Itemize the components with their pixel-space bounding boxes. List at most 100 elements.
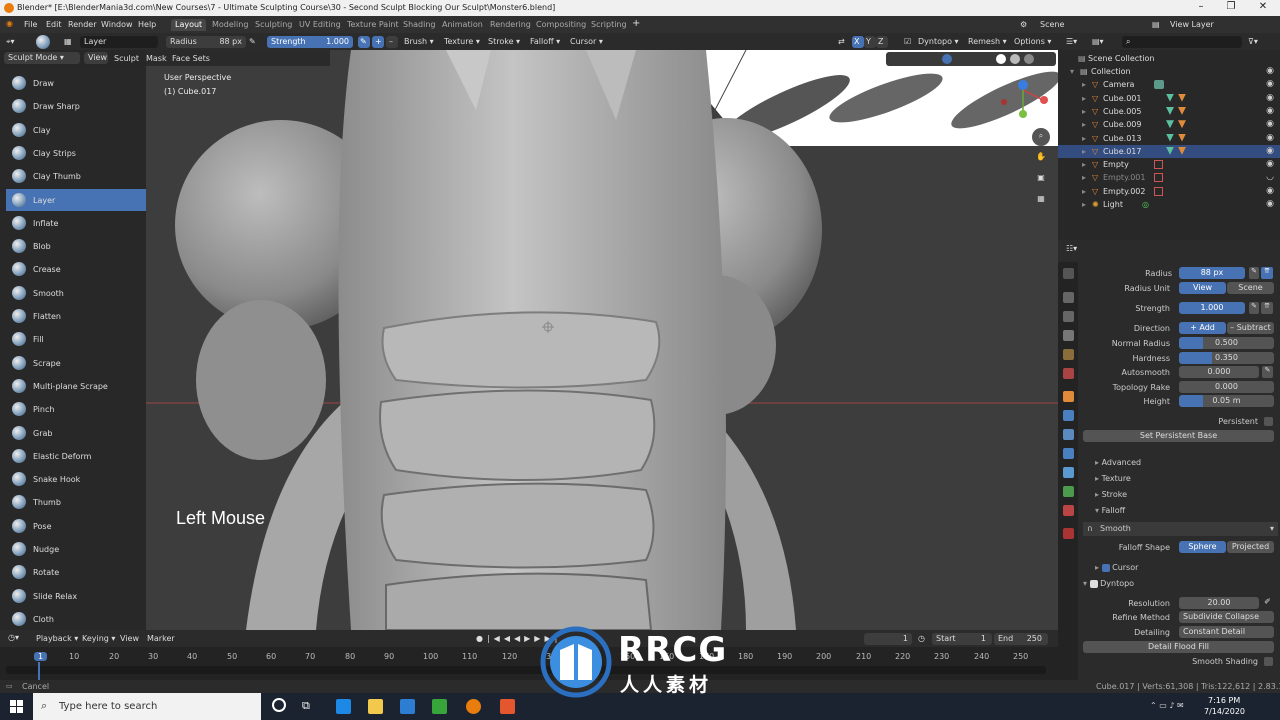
taskbar-search-box[interactable]: ⌕ Type here to search bbox=[33, 693, 261, 720]
tool-draw-sharp[interactable]: Draw Sharp bbox=[6, 95, 146, 117]
menu-sculpt[interactable]: Sculpt bbox=[114, 54, 139, 63]
light-data-icon[interactable]: ◎ bbox=[1142, 200, 1149, 209]
brush-name-field[interactable]: Layer bbox=[80, 36, 158, 48]
start-frame-field[interactable]: Start 1 bbox=[932, 633, 992, 645]
constraint-icon[interactable] bbox=[1154, 160, 1163, 170]
tab-sculpting[interactable]: Sculpting bbox=[251, 19, 296, 31]
tool-layer[interactable]: Layer bbox=[6, 188, 146, 211]
strength-pressure-icon[interactable]: ✎ bbox=[1249, 302, 1259, 314]
outliner-search-input[interactable]: ⌕ bbox=[1122, 36, 1242, 48]
detailing-dropdown[interactable]: Constant Detail bbox=[1179, 626, 1274, 638]
outliner-item[interactable]: ▸ ▽ Cube.009 ◉ bbox=[1058, 118, 1280, 131]
topology-rake-slider[interactable]: 0.000 bbox=[1179, 381, 1274, 393]
tool-tab-icon[interactable] bbox=[1063, 268, 1074, 279]
outliner-item[interactable]: ▾ ▤ Collection ◉ bbox=[1058, 65, 1280, 78]
photos-app-icon[interactable] bbox=[400, 699, 415, 714]
radius-unified-icon[interactable]: ⇈ bbox=[1261, 267, 1273, 279]
tool-nudge[interactable]: Nudge bbox=[6, 538, 146, 560]
eyedropper-icon[interactable]: ✐ bbox=[1262, 597, 1273, 609]
expand-arrow-icon[interactable]: ▸ bbox=[1082, 147, 1086, 156]
material-tab-icon[interactable] bbox=[1063, 505, 1074, 516]
mesh-data-icon[interactable] bbox=[1166, 146, 1174, 155]
recorder-app-icon[interactable] bbox=[500, 699, 515, 714]
section-falloff[interactable]: ▾ Falloff bbox=[1095, 506, 1125, 515]
menu-edit[interactable]: Edit bbox=[46, 20, 62, 29]
modifier-icon[interactable] bbox=[1178, 133, 1186, 142]
render-tab-icon[interactable] bbox=[1063, 292, 1074, 303]
strength-field[interactable]: Strength 1.000 bbox=[267, 36, 353, 48]
grid-toggle-icon[interactable]: ▦ bbox=[1032, 191, 1050, 209]
menu-falloff[interactable]: Falloff ▾ bbox=[530, 37, 560, 46]
current-frame-field[interactable]: 1 bbox=[864, 633, 912, 645]
modifier-icon[interactable] bbox=[1178, 93, 1186, 102]
set-persistent-base-button[interactable]: Set Persistent Base bbox=[1083, 430, 1274, 442]
modifier-icon[interactable] bbox=[1178, 120, 1186, 129]
tool-snake-hook[interactable]: Snake Hook bbox=[6, 468, 146, 490]
visibility-eye-icon[interactable]: ◉ bbox=[1266, 79, 1274, 89]
mesh-data-icon[interactable] bbox=[1166, 120, 1174, 129]
menu-render[interactable]: Render bbox=[68, 20, 96, 29]
scene-tab-icon[interactable] bbox=[1063, 349, 1074, 360]
timeline-scroll-track[interactable] bbox=[6, 666, 1046, 674]
menu-view[interactable]: View bbox=[84, 52, 108, 64]
outliner-scene-collection[interactable]: ▤ Scene Collection bbox=[1058, 52, 1280, 65]
playhead-line[interactable] bbox=[38, 662, 40, 680]
visibility-eye-icon[interactable]: ◉ bbox=[1266, 66, 1274, 76]
autosmooth-slider[interactable]: 0.000 bbox=[1179, 366, 1259, 378]
outliner-item[interactable]: ▸ ▽ Empty.001 ◡ bbox=[1058, 171, 1280, 184]
tab-scripting[interactable]: Scripting bbox=[587, 19, 631, 31]
radius-field[interactable]: 88 px bbox=[1179, 267, 1245, 279]
section-texture[interactable]: ▸ Texture bbox=[1095, 474, 1131, 483]
menu-face-sets[interactable]: Face Sets bbox=[172, 54, 210, 63]
outliner-editor-icon[interactable]: ☰▾ bbox=[1066, 37, 1077, 46]
tool-flatten[interactable]: Flatten bbox=[6, 305, 146, 327]
falloff-preset-dropdown[interactable]: ∩ Smooth ▾ bbox=[1083, 522, 1278, 536]
smooth-shading-checkbox[interactable] bbox=[1264, 657, 1273, 666]
preview-range-icon[interactable]: ◷ bbox=[918, 634, 925, 643]
view-layer-tab-icon[interactable] bbox=[1063, 330, 1074, 341]
tool-smooth[interactable]: Smooth bbox=[6, 282, 146, 304]
strength-pressure-icon[interactable]: ✎ bbox=[358, 36, 370, 48]
outliner-item[interactable]: ▸ ▽ Camera ◉ bbox=[1058, 78, 1280, 91]
mirror-y-button[interactable]: Y bbox=[864, 36, 876, 48]
dyntopo-checkbox[interactable]: ☑ bbox=[904, 37, 911, 46]
visibility-eye-icon[interactable]: ◉ bbox=[1266, 146, 1274, 156]
close-button[interactable]: ✕ bbox=[1248, 1, 1278, 12]
strength-field[interactable]: 1.000 bbox=[1179, 302, 1245, 314]
properties-editor-icon[interactable]: ☷▾ bbox=[1066, 244, 1077, 253]
section-stroke[interactable]: ▸ Stroke bbox=[1095, 490, 1127, 499]
pan-hand-icon[interactable]: ✋ bbox=[1032, 149, 1050, 167]
visibility-eye-icon[interactable]: ◡ bbox=[1266, 172, 1274, 182]
visibility-eye-icon[interactable]: ◉ bbox=[1266, 199, 1274, 209]
modifier-tab-icon[interactable] bbox=[1063, 410, 1074, 421]
tool-rotate[interactable]: Rotate bbox=[6, 561, 146, 583]
mirror-z-button[interactable]: Z bbox=[876, 36, 888, 48]
tool-clay-thumb[interactable]: Clay Thumb bbox=[6, 165, 146, 187]
visibility-eye-icon[interactable]: ◉ bbox=[1266, 93, 1274, 103]
camera-data-icon[interactable] bbox=[1154, 80, 1164, 90]
tab-modeling[interactable]: Modeling bbox=[208, 19, 252, 31]
pressure-icon[interactable]: ✎ bbox=[249, 37, 256, 46]
camera-view-icon[interactable]: ▣ bbox=[1032, 170, 1050, 188]
particles-tab-icon[interactable] bbox=[1063, 429, 1074, 440]
mesh-data-icon[interactable] bbox=[1166, 133, 1174, 142]
direction-add-button[interactable]: + Add bbox=[1179, 322, 1226, 334]
timeline-editor-icon[interactable]: ◷▾ bbox=[8, 633, 19, 642]
texture-tab-icon[interactable] bbox=[1063, 528, 1074, 539]
expand-arrow-icon[interactable]: ▸ bbox=[1082, 200, 1086, 209]
cortana-icon[interactable] bbox=[272, 698, 286, 712]
tool-elastic-deform[interactable]: Elastic Deform bbox=[6, 445, 146, 467]
tab-shading[interactable]: Shading bbox=[399, 19, 440, 31]
radius-pressure-icon[interactable]: ✎ bbox=[1249, 267, 1259, 279]
tab-animation[interactable]: Animation bbox=[438, 19, 487, 31]
modifier-icon[interactable] bbox=[1178, 146, 1186, 155]
resolution-field[interactable]: 20.00 bbox=[1179, 597, 1259, 609]
expand-arrow-icon[interactable]: ▾ bbox=[1070, 67, 1074, 76]
height-slider[interactable]: 0.05 m bbox=[1179, 395, 1274, 407]
expand-arrow-icon[interactable]: ▸ bbox=[1082, 94, 1086, 103]
tab-rendering[interactable]: Rendering bbox=[486, 19, 535, 31]
system-tray-icons[interactable]: ⌃ ▭ ♪ ✉ bbox=[1150, 701, 1184, 710]
blender-taskbar-icon[interactable] bbox=[466, 699, 481, 714]
outliner-item[interactable]: ▸ ✺ Light ◎ ◉ bbox=[1058, 198, 1280, 211]
minimize-button[interactable]: – bbox=[1186, 1, 1216, 12]
